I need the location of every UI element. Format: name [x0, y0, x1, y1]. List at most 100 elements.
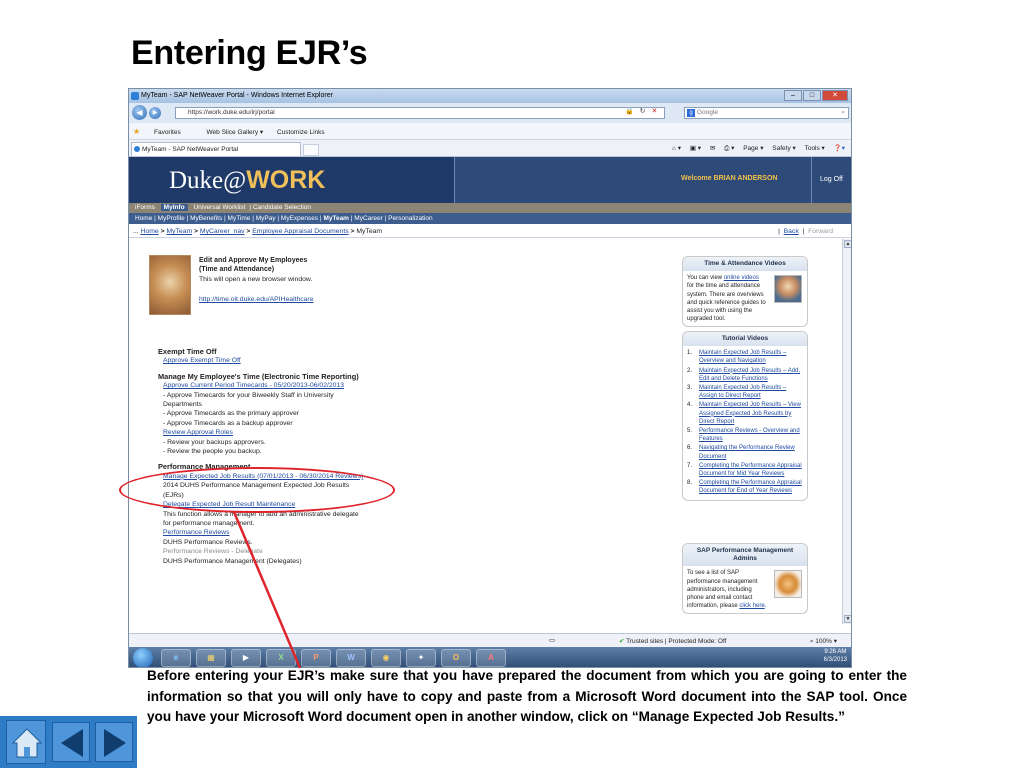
- new-tab-button[interactable]: [303, 144, 319, 156]
- breadcrumb-mycareer-nav[interactable]: MyCareer_nav: [200, 228, 245, 235]
- forward-arrow-icon[interactable]: ▶: [149, 107, 161, 119]
- previous-slide-button[interactable]: [52, 722, 90, 762]
- excel-taskbar-icon[interactable]: X: [266, 649, 296, 667]
- arrow-left-icon: [61, 729, 83, 757]
- tutorial-link[interactable]: Maintain Expected Job Results – Assign t…: [699, 385, 786, 399]
- tab-candidate-selection[interactable]: Candidate Selection: [253, 204, 311, 211]
- online-videos-link[interactable]: online videos: [724, 275, 759, 281]
- media-player-taskbar-icon[interactable]: ▶: [231, 649, 261, 667]
- page-menu[interactable]: Page ▾: [743, 145, 763, 152]
- nav-mypay[interactable]: MyPay: [256, 215, 276, 222]
- close-icon[interactable]: ✕: [822, 90, 848, 101]
- mail-icon[interactable]: ✉: [710, 145, 715, 152]
- outlook-taskbar-icon[interactable]: O: [441, 649, 471, 667]
- welcome-text: Welcome BRIAN ANDERSON: [681, 175, 778, 182]
- window-title: MyTeam - SAP NetWeaver Portal - Windows …: [141, 92, 333, 99]
- check-icon: ✔: [619, 638, 625, 645]
- zoom-level: 100%: [815, 638, 832, 645]
- forward-link[interactable]: Forward: [808, 228, 833, 235]
- time-videos-text-2: for the time and attendance system. Ther…: [687, 283, 766, 323]
- scroll-down-icon[interactable]: ▼: [844, 615, 851, 623]
- performance-reviews-link[interactable]: Performance Reviews: [163, 528, 408, 537]
- web-slice-gallery-link[interactable]: Web Slice Gallery ▾: [207, 129, 264, 136]
- maximize-icon[interactable]: □: [803, 90, 821, 101]
- next-slide-button[interactable]: [95, 722, 133, 762]
- nav-personalization[interactable]: Personalization: [388, 215, 432, 222]
- performance-reviews-delegate-link[interactable]: Performance Reviews - Delegate: [163, 547, 408, 556]
- breadcrumb-prefix: ...: [133, 228, 139, 235]
- nav-mybenefits[interactable]: MyBenefits: [190, 215, 222, 222]
- log-off-button[interactable]: Log Off: [811, 157, 851, 203]
- nav-mytime[interactable]: MyTime: [228, 215, 251, 222]
- browser-tab[interactable]: MyTeam - SAP NetWeaver Portal: [131, 142, 301, 156]
- tab-myinfo[interactable]: MyInfo: [160, 204, 188, 211]
- tutorial-link[interactable]: Completing the Performance Appraisal Doc…: [699, 480, 802, 494]
- app-taskbar-icon[interactable]: ✦: [406, 649, 436, 667]
- powerpoint-taskbar-icon[interactable]: P: [301, 649, 331, 667]
- word-taskbar-icon[interactable]: W: [336, 649, 366, 667]
- start-button-icon[interactable]: [133, 648, 153, 667]
- nav-home[interactable]: Home: [135, 215, 152, 222]
- approve-exempt-link[interactable]: Approve Exempt Time Off: [163, 356, 408, 365]
- refresh-icon[interactable]: ↻: [640, 108, 646, 115]
- scroll-up-icon[interactable]: ▲: [844, 240, 851, 248]
- ie-taskbar-icon[interactable]: e: [161, 649, 191, 667]
- explorer-taskbar-icon[interactable]: ▦: [196, 649, 226, 667]
- home-button[interactable]: [6, 720, 46, 764]
- tools-menu[interactable]: Tools ▾: [805, 145, 825, 152]
- timecards-desc-3: - Approve Timecards as the primary appro…: [163, 410, 299, 418]
- logo-work: WORK: [246, 166, 326, 194]
- nav-mycareer[interactable]: MyCareer: [354, 215, 383, 222]
- nav-myprofile[interactable]: MyProfile: [158, 215, 185, 222]
- nav-myteam[interactable]: MyTeam: [323, 215, 349, 222]
- approve-timecards-link[interactable]: Approve Current Period Timecards - 05/20…: [163, 381, 408, 390]
- logo-at: @: [223, 167, 247, 194]
- acrobat-taskbar-icon[interactable]: A: [476, 649, 506, 667]
- window-controls: – □ ✕: [784, 90, 848, 101]
- tutorial-link[interactable]: Maintain Expected Job Results – View Ass…: [699, 402, 801, 424]
- time-videos-header: Time & Attendance Videos: [683, 257, 807, 272]
- help-icon[interactable]: ❓▾: [834, 145, 845, 152]
- address-input[interactable]: https://work.duke.edu/irj/portal: [175, 107, 665, 119]
- list-item: 1. Maintain Expected Job Results – Overvi…: [687, 350, 787, 365]
- tab-iforms[interactable]: iForms: [135, 204, 155, 211]
- breadcrumb-myteam[interactable]: MyTeam: [166, 228, 192, 235]
- nav-myexpenses[interactable]: MyExpenses: [281, 215, 318, 222]
- tab-universal-worklist[interactable]: Universal Worklist: [193, 204, 245, 211]
- list-item: 5. Performance Reviews - Overview and Fea…: [687, 428, 800, 443]
- chrome-taskbar-icon[interactable]: ◉: [371, 649, 401, 667]
- tutorial-link[interactable]: Navigating the Performance Review Docume…: [699, 445, 795, 459]
- print-icon[interactable]: ⎙ ▾: [724, 145, 734, 152]
- list-item: 8. Completing the Performance Appraisal D…: [687, 480, 802, 495]
- tutorial-link[interactable]: Maintain Expected Job Results – Add, Edi…: [699, 368, 800, 382]
- customize-links-link[interactable]: Customize Links: [277, 129, 325, 136]
- breadcrumb-appraisal-docs[interactable]: Employee Appraisal Documents: [252, 228, 348, 235]
- click-here-link[interactable]: click here: [739, 603, 764, 609]
- tutorial-link[interactable]: Performance Reviews - Overview and Featu…: [699, 428, 800, 442]
- security-zone-text: Trusted sites | Protected Mode: Off: [626, 638, 727, 645]
- address-tools: 🔒 ↻ ✕: [625, 107, 657, 115]
- api-healthcare-link[interactable]: http://time.oit.duke.edu/APIHealthcare: [199, 295, 313, 304]
- home-icon[interactable]: ⌂ ▾: [672, 145, 681, 152]
- breadcrumb-current: MyTeam: [356, 228, 383, 235]
- tab-title: MyTeam - SAP NetWeaver Portal: [142, 146, 239, 153]
- favorites-button[interactable]: ★ Favorites: [133, 127, 193, 136]
- breadcrumb-home[interactable]: Home: [141, 228, 159, 235]
- tutorial-link[interactable]: Completing the Performance Appraisal Doc…: [699, 463, 802, 477]
- slide: Entering EJR’s MyTeam - SAP NetWeaver Po…: [0, 0, 1024, 768]
- safety-menu[interactable]: Safety ▾: [772, 145, 796, 152]
- back-link[interactable]: Back: [784, 228, 799, 235]
- zoom-control[interactable]: ⌕ 100% ▾: [810, 637, 837, 646]
- tutorial-link[interactable]: Maintain Expected Job Results – Overview…: [699, 350, 786, 364]
- search-icon[interactable]: ⌕: [841, 109, 845, 117]
- search-input[interactable]: g Google ⌕: [684, 107, 849, 119]
- stop-icon[interactable]: ✕: [652, 108, 658, 115]
- minimize-icon[interactable]: –: [784, 90, 802, 101]
- vertical-scrollbar[interactable]: ▲ ▼: [842, 239, 851, 624]
- review-approval-roles-link[interactable]: Review Approval Roles: [163, 428, 408, 437]
- favorites-label: Favorites: [153, 129, 181, 136]
- tutorial-videos-header: Tutorial Videos: [683, 332, 807, 347]
- feeds-icon[interactable]: ▣ ▾: [690, 145, 701, 152]
- presenter-thumbnail: [774, 275, 802, 304]
- back-arrow-icon[interactable]: ◀: [132, 105, 147, 120]
